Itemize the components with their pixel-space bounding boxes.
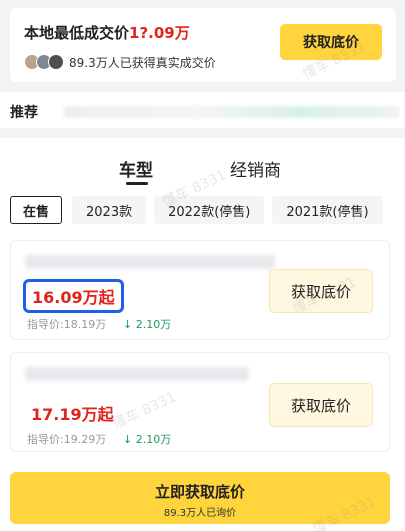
lowest-price-value: 1?.09万 xyxy=(129,24,190,42)
year-filter-row: 在售 2023款 2022款(停售) 2021款(停售) xyxy=(10,196,391,224)
lowest-price-panel: 本地最低成交价1?.09万 89.3万人已获得真实成交价 获取底价 xyxy=(10,8,396,82)
bottom-cta-subtitle: 89.3万人已询价 xyxy=(163,508,237,519)
recommend-label: 推荐 xyxy=(10,105,38,121)
get-lowest-price-button[interactable]: 获取底价 xyxy=(280,24,382,60)
price-drop: ↓ 2.10万 xyxy=(123,318,172,331)
avatar xyxy=(48,54,64,70)
tab-dealer[interactable]: 经销商 xyxy=(230,156,281,181)
year-filter-2022[interactable]: 2022款(停售) xyxy=(154,196,265,224)
lowest-price-title: 本地最低成交价1?.09万 xyxy=(24,22,190,43)
get-price-button[interactable]: 获取底价 xyxy=(269,383,373,427)
bottom-get-price-button[interactable]: 立即获取底价 89.3万人已询价 xyxy=(10,472,390,524)
car-name-blurred xyxy=(25,255,275,269)
car-name-blurred xyxy=(25,367,249,381)
model-list-panel: 车型 经销商 在售 2023款 2022款(停售) 2021款(停售) 16.0… xyxy=(0,138,405,531)
car-card[interactable]: 17.19万起 指导价:19.29万 ↓ 2.10万 获取底价 xyxy=(10,352,390,452)
recommend-blurred-content[interactable] xyxy=(64,106,400,118)
recommend-bar: 推荐 xyxy=(0,92,405,128)
year-filter-on-sale[interactable]: 在售 xyxy=(10,196,63,224)
car-card[interactable]: 16.09万起 指导价:18.19万 ↓ 2.10万 获取底价 xyxy=(10,240,390,340)
bottom-cta-label: 立即获取底价 xyxy=(154,483,245,501)
car-price: 17.19万起 xyxy=(31,405,114,424)
avatar-group xyxy=(24,54,64,70)
guide-price: 指导价:18.19万 xyxy=(27,318,107,331)
get-price-button[interactable]: 获取底价 xyxy=(269,269,373,313)
year-filter-2021[interactable]: 2021款(停售) xyxy=(272,196,383,224)
lowest-price-subtitle: 89.3万人已获得真实成交价 xyxy=(69,56,216,70)
price-drop: ↓ 2.10万 xyxy=(123,433,172,446)
guide-price: 指导价:19.29万 xyxy=(27,433,107,446)
year-filter-2023[interactable]: 2023款 xyxy=(72,196,147,224)
lowest-price-prefix: 本地最低成交价 xyxy=(24,24,130,42)
active-tab-indicator xyxy=(126,182,148,185)
car-price: 16.09万起 xyxy=(23,279,124,313)
tab-car-model[interactable]: 车型 xyxy=(119,156,153,181)
